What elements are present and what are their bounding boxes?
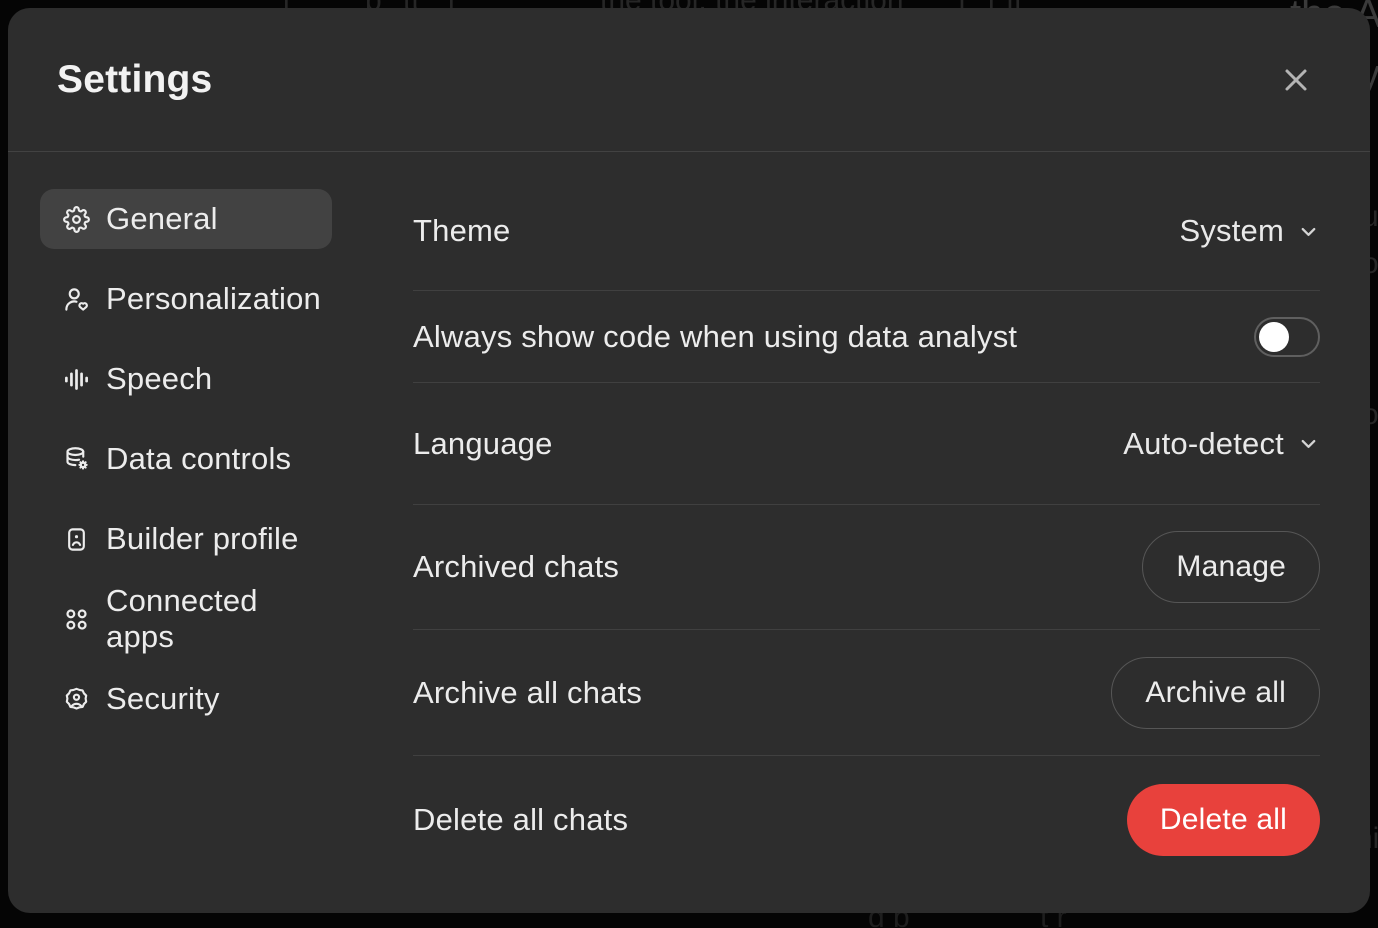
language-dropdown-value: Auto-detect	[1123, 426, 1284, 462]
delete-all-row: Delete all chats Delete all	[413, 756, 1320, 884]
dialog-body: General Personalization	[8, 152, 1370, 884]
sidebar-item-security[interactable]: Security	[40, 669, 332, 729]
sidebar-item-general[interactable]: General	[40, 189, 332, 249]
screen: l b tt l the tool, the interaction f i f…	[0, 0, 1378, 928]
sidebar-item-label: Personalization	[106, 281, 321, 317]
sidebar-item-speech[interactable]: Speech	[40, 349, 332, 409]
sidebar-item-label: General	[106, 201, 218, 237]
apps-grid-icon	[62, 605, 90, 633]
sidebar-item-label: Builder profile	[106, 521, 299, 557]
language-label: Language	[413, 426, 553, 462]
dialog-title: Settings	[57, 58, 212, 102]
close-button[interactable]	[1274, 58, 1318, 102]
dialog-header: Settings	[8, 8, 1370, 152]
show-code-row: Always show code when using data analyst	[413, 291, 1320, 383]
archived-chats-label: Archived chats	[413, 549, 619, 585]
settings-dialog: Settings	[8, 8, 1370, 913]
settings-sidebar: General Personalization	[40, 189, 332, 749]
delete-all-label: Delete all chats	[413, 802, 628, 838]
manage-button[interactable]: Manage	[1142, 531, 1320, 603]
gear-icon	[62, 205, 90, 233]
person-heart-icon	[62, 285, 90, 313]
sidebar-item-label: Data controls	[106, 441, 291, 477]
archive-all-row: Archive all chats Archive all	[413, 630, 1320, 756]
theme-dropdown[interactable]: System	[1179, 213, 1320, 249]
show-code-toggle[interactable]	[1254, 317, 1320, 357]
settings-panel: Theme System Always show code when using…	[413, 152, 1320, 884]
language-dropdown[interactable]: Auto-detect	[1123, 426, 1320, 462]
toggle-knob	[1259, 322, 1289, 352]
theme-label: Theme	[413, 213, 510, 249]
chevron-down-icon	[1297, 432, 1320, 455]
id-card-icon	[62, 525, 90, 553]
delete-all-button[interactable]: Delete all	[1127, 784, 1320, 856]
archived-chats-row: Archived chats Manage	[413, 505, 1320, 630]
language-row: Language Auto-detect	[413, 383, 1320, 505]
theme-row: Theme System	[413, 172, 1320, 291]
sidebar-item-data-controls[interactable]: Data controls	[40, 429, 332, 489]
theme-dropdown-value: System	[1179, 213, 1284, 249]
sidebar-item-label: Connected apps	[106, 583, 312, 655]
badge-person-icon	[62, 685, 90, 713]
close-icon	[1280, 64, 1312, 96]
sidebar-item-builder-profile[interactable]: Builder profile	[40, 509, 332, 569]
archive-all-label: Archive all chats	[413, 675, 642, 711]
waveform-icon	[62, 365, 90, 393]
show-code-label: Always show code when using data analyst	[413, 319, 1017, 355]
sidebar-item-label: Security	[106, 681, 220, 717]
chevron-down-icon	[1297, 220, 1320, 243]
sidebar-item-label: Speech	[106, 361, 212, 397]
sidebar-item-personalization[interactable]: Personalization	[40, 269, 332, 329]
archive-all-button[interactable]: Archive all	[1111, 657, 1320, 729]
sidebar-item-connected-apps[interactable]: Connected apps	[40, 589, 332, 649]
database-gear-icon	[62, 445, 90, 473]
